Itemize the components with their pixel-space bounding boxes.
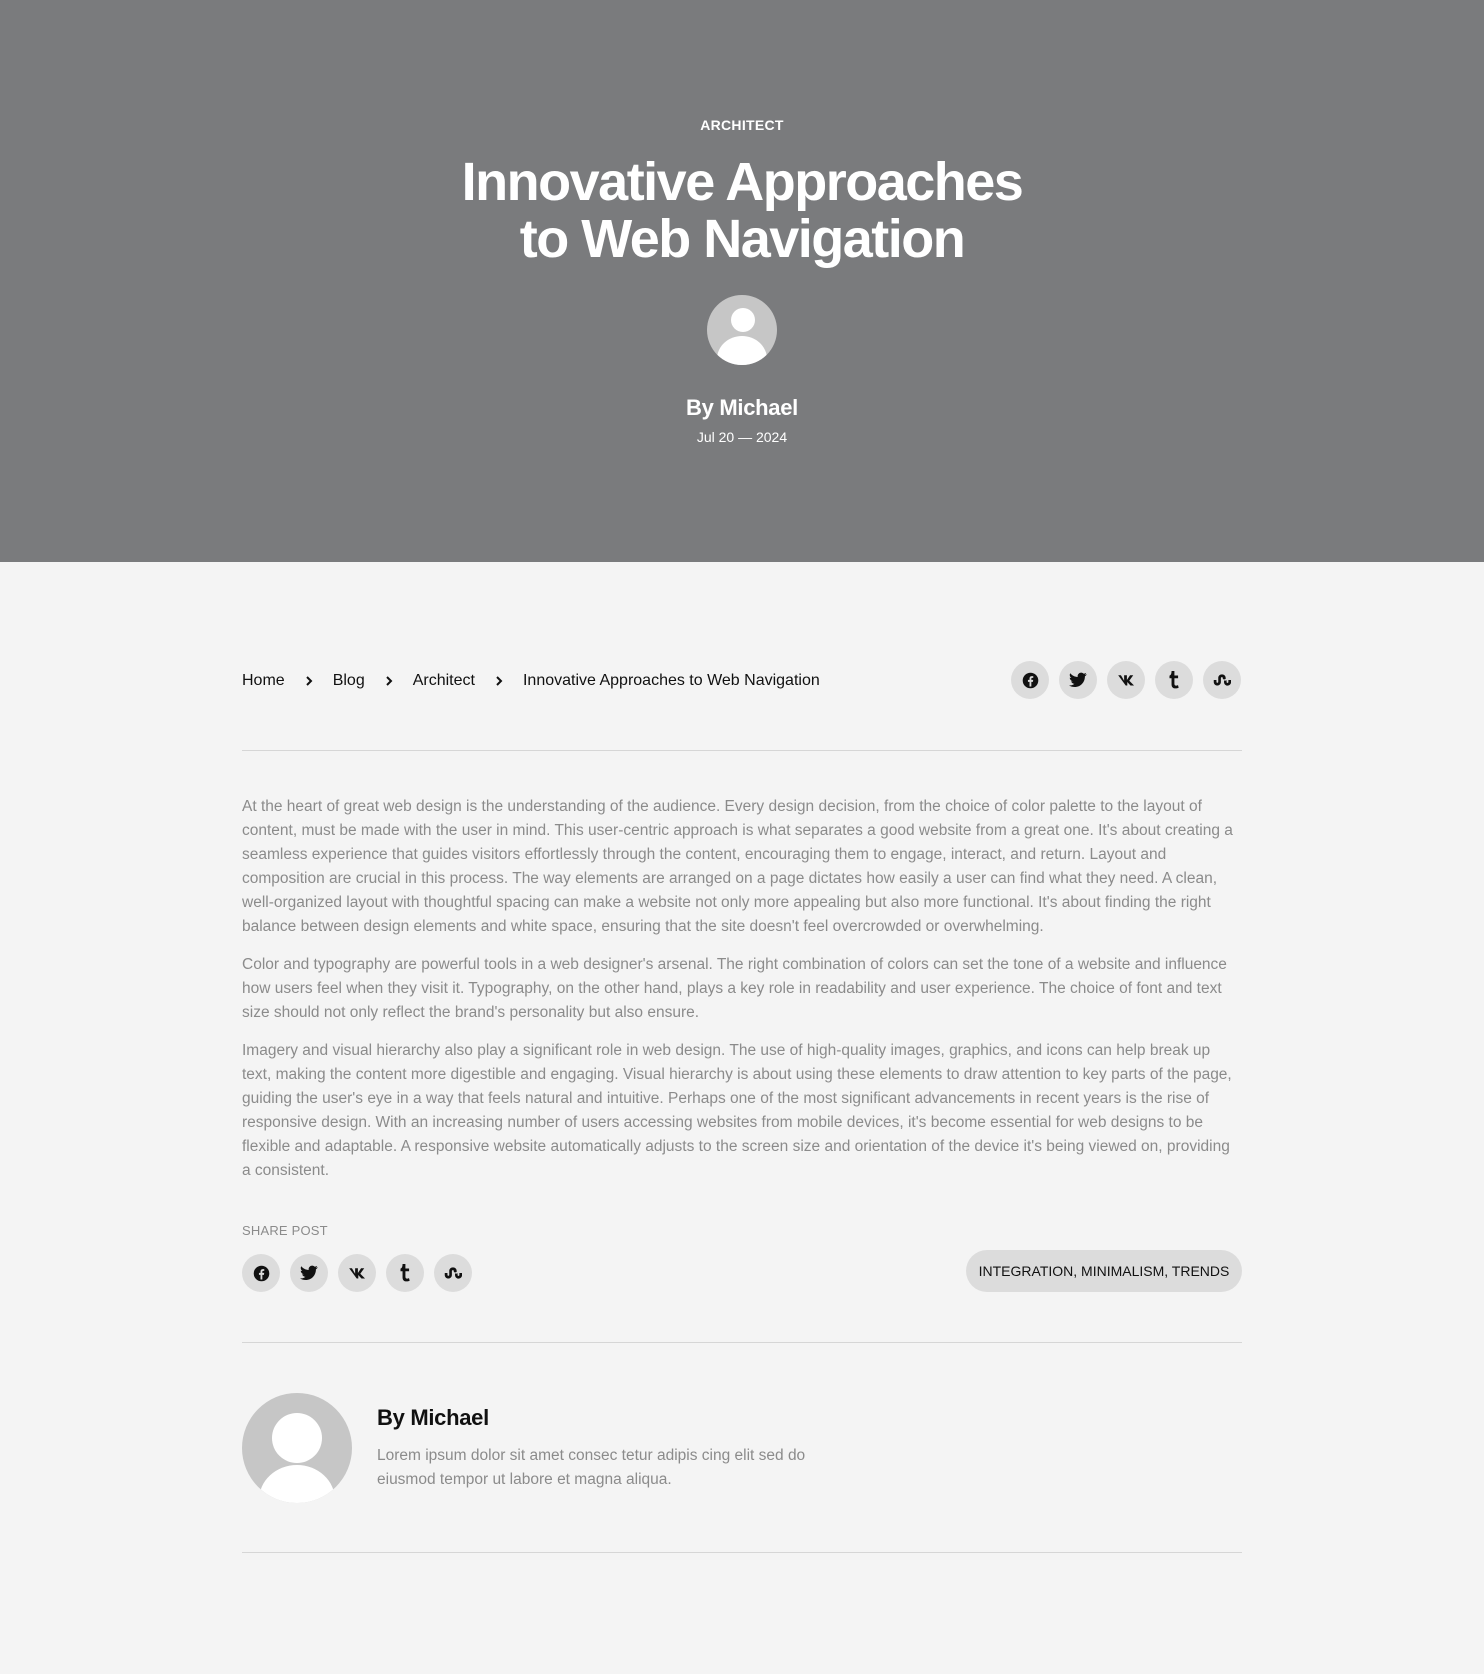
share-tumblr-button[interactable] <box>1155 661 1193 699</box>
share-vk-button[interactable] <box>1107 661 1145 699</box>
hero-post-date: Jul 20 — 2024 <box>696 429 788 445</box>
share-stumbleupon-button[interactable] <box>434 1254 472 1292</box>
facebook-icon <box>253 1265 269 1281</box>
share-buttons-top <box>1011 661 1241 699</box>
breadcrumb-home[interactable]: Home <box>242 672 285 690</box>
post-tags[interactable]: INTEGRATION, MINIMALISM, TRENDS <box>966 1250 1242 1292</box>
share-tumblr-button[interactable] <box>386 1254 424 1292</box>
chevron-right-icon <box>495 676 503 686</box>
share-facebook-button[interactable] <box>1011 661 1049 699</box>
share-buttons-bottom <box>242 1254 472 1292</box>
divider <box>242 750 1242 751</box>
twitter-icon <box>1069 672 1087 688</box>
share-twitter-button[interactable] <box>1059 661 1097 699</box>
article-paragraph: At the heart of great web design is the … <box>242 798 1233 935</box>
share-stumbleupon-button[interactable] <box>1203 661 1241 699</box>
avatar-head-shape <box>272 1413 322 1463</box>
avatar-body-shape <box>259 1465 335 1503</box>
author-bio-avatar[interactable] <box>242 1393 352 1503</box>
hero-category[interactable]: ARCHITECT <box>0 117 1484 133</box>
share-post-label: SHARE POST <box>242 1223 328 1238</box>
chevron-right-icon <box>305 676 313 686</box>
breadcrumb-architect[interactable]: Architect <box>413 672 475 690</box>
author-avatar[interactable] <box>707 295 777 365</box>
stumbleupon-icon <box>444 1267 462 1279</box>
article-paragraph: Color and typography are powerful tools … <box>242 956 1227 1021</box>
stumbleupon-icon <box>1213 674 1231 686</box>
page-title: Innovative Approaches to Web Navigation <box>461 152 1024 269</box>
avatar-body-shape <box>717 336 767 365</box>
facebook-icon <box>1022 672 1038 688</box>
twitter-icon <box>300 1265 318 1281</box>
article-paragraph: Imagery and visual hierarchy also play a… <box>242 1042 1232 1179</box>
divider <box>242 1552 1242 1553</box>
breadcrumb-current: Innovative Approaches to Web Navigation <box>522 672 820 689</box>
avatar-head-shape <box>731 308 755 332</box>
author-bio-name[interactable]: By Michael <box>377 1405 489 1431</box>
share-twitter-button[interactable] <box>290 1254 328 1292</box>
hero-section: ARCHITECT Innovative Approaches to Web N… <box>0 0 1484 562</box>
article-body: At the heart of great web design is the … <box>242 795 1242 1197</box>
share-vk-button[interactable] <box>338 1254 376 1292</box>
vk-icon <box>1117 675 1134 686</box>
breadcrumb-blog[interactable]: Blog <box>333 672 365 690</box>
vk-icon <box>348 1268 365 1279</box>
author-bio-text: Lorem ipsum dolor sit amet consec tetur … <box>377 1447 806 1488</box>
chevron-right-icon <box>385 676 393 686</box>
divider <box>242 1342 1242 1343</box>
tumblr-icon <box>1169 671 1179 689</box>
hero-author-name[interactable]: By Michael <box>0 395 1484 421</box>
share-facebook-button[interactable] <box>242 1254 280 1292</box>
breadcrumb: Home Blog Architect Innovative Approache… <box>242 671 820 691</box>
tumblr-icon <box>400 1264 410 1282</box>
